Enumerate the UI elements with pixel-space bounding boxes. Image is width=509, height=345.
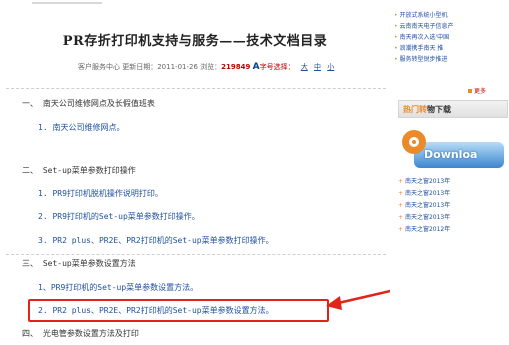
plus-icon: +: [398, 214, 405, 221]
plus-icon: +: [398, 226, 405, 233]
article-meta: 客户服务中心 更新日期：2011-01-26 浏览：219849 A字号选择： …: [78, 62, 334, 72]
news-link-label: 云南南天电子信息产: [399, 23, 454, 30]
hot-header-tail: 物下载: [427, 105, 451, 114]
news-link[interactable]: • 服务转型锐步推进: [394, 54, 494, 65]
font-size-small-link[interactable]: 小: [327, 63, 334, 71]
top-divider: [32, 2, 102, 4]
font-size-icon: A: [252, 62, 260, 72]
hot-link-label: 南天之窗2013年: [404, 214, 451, 221]
news-link[interactable]: • 开放式系统小型机: [394, 10, 494, 21]
plus-icon: +: [398, 190, 405, 197]
download-label: Downloa: [424, 148, 478, 161]
news-link-label: 南天再次入选'中国: [399, 34, 450, 41]
font-size-medium-link[interactable]: 中: [314, 63, 321, 71]
hot-link-label: 南天之窗2013年: [404, 202, 451, 209]
hot-link[interactable]: + 南天之窗2013年: [398, 176, 506, 188]
hot-link-label: 南天之窗2013年: [404, 190, 451, 197]
section-divider: [6, 254, 386, 255]
toc-item-2-3[interactable]: 3. PR2 plus、PR2E、PR2打印机的Set-up菜单参数打印操作。: [38, 235, 274, 246]
right-sidebar: • 开放式系统小型机 • 云南南天电子信息产 • 南天再次入选'中国 • 浪潮携…: [390, 0, 509, 345]
hot-link[interactable]: + 南天之窗2013年: [398, 188, 506, 200]
hot-download-list: + 南天之窗2013年 + 南天之窗2013年 + 南天之窗2013年 + 南天…: [398, 176, 506, 236]
toc-item-1-1[interactable]: 1. 南天公司维修网点。: [38, 122, 124, 133]
page-title: PR存折打印机支持与服务——技术文档目录: [62, 34, 328, 49]
news-link[interactable]: • 浪潮携手南天 推: [394, 43, 494, 54]
hot-link-label: 南天之窗2012年: [404, 226, 451, 233]
toc-item-2-1[interactable]: 1. PR9打印机脱机操作说明打印。: [38, 188, 163, 199]
toc-item-3-1[interactable]: 1、PR9打印机的Set-up菜单参数设置方法。: [38, 282, 198, 293]
hot-download-header: 热门转物下载: [398, 100, 508, 118]
hot-link[interactable]: + 南天之窗2013年: [398, 200, 506, 212]
toc-section-2: 二、 Set-up菜单参数打印操作: [22, 166, 136, 175]
hot-link[interactable]: + 南天之窗2012年: [398, 224, 506, 236]
hot-link[interactable]: + 南天之窗2013年: [398, 212, 506, 224]
hot-link-label: 南天之窗2013年: [404, 178, 451, 185]
hot-header-highlight: 热门: [403, 105, 419, 114]
hot-header-mid: 转: [419, 105, 427, 114]
article-panel: PR存折打印机支持与服务——技术文档目录 客户服务中心 更新日期：2011-01…: [0, 0, 391, 345]
toc-section-4: 四、 光电管参数设置方法及打印: [22, 329, 139, 338]
news-list: • 开放式系统小型机 • 云南南天电子信息产 • 南天再次入选'中国 • 浪潮携…: [394, 10, 494, 65]
news-link-label: 浪潮携手南天 推: [399, 45, 444, 52]
toc-section-1: 一、 南天公司维修网点及长假值班表: [22, 99, 155, 108]
font-size-large-link[interactable]: 大: [301, 63, 308, 71]
font-size-label: 字号选择：: [259, 63, 295, 71]
highlight-box: [28, 299, 329, 322]
toc-section-3: 三、 Set-up菜单参数设置方法: [22, 259, 136, 268]
news-link[interactable]: • 南天再次入选'中国: [394, 32, 494, 43]
more-link[interactable]: 更多: [468, 86, 486, 95]
plus-icon: +: [398, 202, 405, 209]
title-divider: [6, 88, 386, 89]
news-link-label: 开放式系统小型机: [399, 12, 448, 19]
more-label: 更多: [474, 88, 487, 95]
plus-icon: +: [398, 178, 405, 185]
meta-prefix: 客户服务中心 更新日期：2011-01-26 浏览：: [78, 63, 222, 71]
more-square-icon: [468, 89, 472, 93]
news-link[interactable]: • 云南南天电子信息产: [394, 21, 494, 32]
toc-item-2-2[interactable]: 2. PR9打印机的Set-up菜单参数打印操作。: [38, 211, 200, 222]
news-link-label: 服务转型锐步推进: [399, 56, 448, 63]
view-count: 219849: [221, 63, 251, 71]
